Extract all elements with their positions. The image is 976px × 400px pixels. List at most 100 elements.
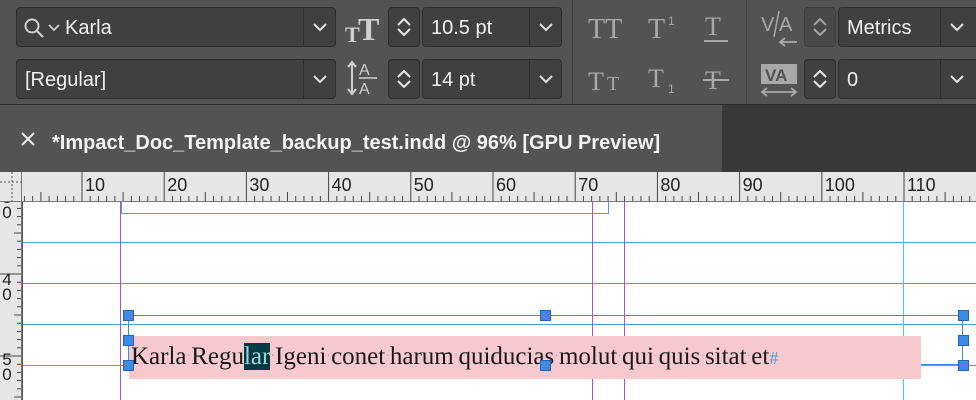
font-style-field[interactable]: [Regular] [16,59,336,99]
svg-text:T: T [648,14,665,42]
tracking-value: 0 [847,69,859,91]
selected-text[interactable]: lar [243,343,271,370]
ruler-label: 50 [2,350,12,384]
upper-frame-edge [121,202,609,214]
document-canvas[interactable]: Karla·Regular·Igeni·conet·harum·quiducia… [23,202,976,400]
tracking-dropdown[interactable] [940,60,972,98]
ruler-label: 20 [167,175,188,195]
svg-text:T: T [705,12,721,41]
subscript-icon[interactable]: T1 [644,62,688,96]
leading-field[interactable]: 14 pt [422,59,562,99]
svg-text:V: V [761,14,775,36]
leading-stepper[interactable] [388,59,420,99]
font-size-icon: T T [344,8,384,48]
word: harum [389,343,454,370]
kerning-stepper[interactable] [804,7,836,47]
svg-text:A: A [359,62,370,79]
frame-handle-bottom-left[interactable] [123,360,134,371]
frame-handle-middle-right[interactable] [958,335,969,346]
svg-text:1: 1 [668,82,675,95]
space-marker: · [385,349,390,364]
chevron-down-icon[interactable] [813,28,827,36]
space-marker: · [700,349,705,364]
ruler-label: 40 [331,175,352,195]
chevron-down-icon[interactable] [397,80,411,88]
space-marker: · [326,349,332,364]
superscript-icon[interactable]: T1 [644,10,688,44]
space-marker: · [186,349,192,364]
space-marker: · [617,349,622,364]
frame-handle-bottom-right[interactable] [958,360,969,371]
vertical-ruler[interactable]: 30 40 50 [0,202,22,400]
font-size-field[interactable]: 10.5 pt [422,7,562,47]
strikethrough-icon[interactable]: T [698,62,734,96]
character-control-panel: Karla [Regular] T T 10.5 pt A A 14 pt TT… [0,0,976,104]
chevron-down-icon [312,74,327,83]
svg-text:T: T [607,73,619,94]
kerning-dropdown[interactable] [940,8,972,46]
space-marker: · [746,349,752,364]
chevron-down-icon [538,74,553,83]
baseline-guide [23,283,976,284]
document-title: *Impact_Doc_Template_backup_test.indd @ … [52,132,661,154]
ruler-label: 90 [742,175,763,195]
svg-text:A: A [359,81,370,97]
ruler-label: 110 [907,175,936,195]
small-caps-icon[interactable]: TT [586,62,630,96]
panel-divider [746,0,747,104]
tracking-field[interactable]: 0 [838,59,976,99]
leading-value: 14 pt [431,69,476,91]
tracking-stepper[interactable] [804,59,836,99]
chevron-up-icon[interactable] [397,70,411,78]
document-tab[interactable]: *Impact_Doc_Template_backup_test.indd @ … [0,105,722,173]
space-marker: · [653,349,659,364]
kerning-value: Metrics [847,17,912,39]
search-icon[interactable] [23,17,61,39]
word: Igeni [275,343,327,370]
leading-dropdown[interactable] [529,60,561,98]
ruler-label: 60 [496,175,517,195]
chevron-up-icon[interactable] [813,18,827,26]
horizontal-ruler[interactable]: 10 20 30 40 50 60 70 80 90 100 110 [22,172,976,202]
chevron-up-icon[interactable] [813,70,827,78]
font-style-dropdown[interactable] [303,60,335,98]
baseline-guide [23,242,976,243]
word: qui [621,343,654,370]
chevron-down-icon[interactable] [397,28,411,36]
close-icon[interactable] [20,131,36,147]
ruler-origin[interactable] [0,172,22,202]
pilcrow-marker: # [769,348,779,368]
chevron-down-icon [312,22,327,31]
font-size-stepper[interactable] [388,7,420,47]
kerning-icon: V A [758,8,800,48]
ruler-label: 10 [85,175,106,195]
font-family-field[interactable]: Karla [16,7,336,47]
frame-handle-top-right[interactable] [958,310,969,321]
leading-icon: A A [344,58,384,98]
space-marker: · [554,349,559,364]
chevron-down-icon[interactable] [813,80,827,88]
frame-handle-top-center[interactable] [540,310,551,321]
frame-handle-top-left[interactable] [123,310,134,321]
all-caps-icon[interactable]: TT [586,10,630,44]
underline-icon[interactable]: T [698,10,734,44]
svg-text:A: A [779,14,793,36]
chevron-up-icon[interactable] [397,18,411,26]
ruler-label: 40 [2,270,12,304]
font-size-dropdown[interactable] [529,8,561,46]
frame-handle-bottom-center[interactable] [540,360,551,371]
ruler-label: 80 [660,175,681,195]
font-family-dropdown[interactable] [303,8,335,46]
font-size-value: 10.5 pt [431,17,493,39]
svg-text:T: T [588,67,604,94]
word: Regu [191,343,244,370]
ruler-label: 30 [249,175,270,195]
text-line[interactable]: Karla·Regular·Igeni·conet·harum·quiducia… [131,340,778,378]
word: conet [331,343,386,370]
font-family-value: Karla [65,17,112,39]
frame-handle-middle-left[interactable] [123,335,134,346]
kerning-field[interactable]: Metrics [838,7,976,47]
word: sitat [704,343,747,370]
ruler-label: 50 [413,175,434,195]
chevron-down-icon [538,22,553,31]
